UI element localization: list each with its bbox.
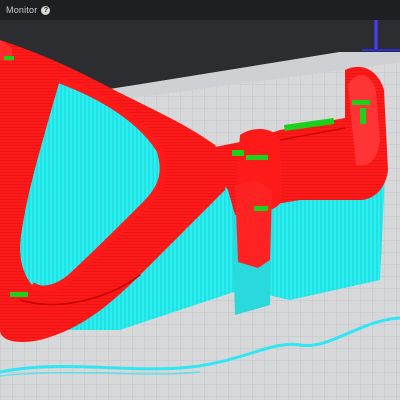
slice-preview-viewport[interactable]: Monitor ? (0, 0, 400, 400)
3d-scene[interactable] (0, 0, 400, 400)
monitor-header: Monitor ? (0, 0, 400, 20)
help-icon[interactable]: ? (41, 5, 51, 15)
monitor-title: Monitor (6, 5, 38, 15)
